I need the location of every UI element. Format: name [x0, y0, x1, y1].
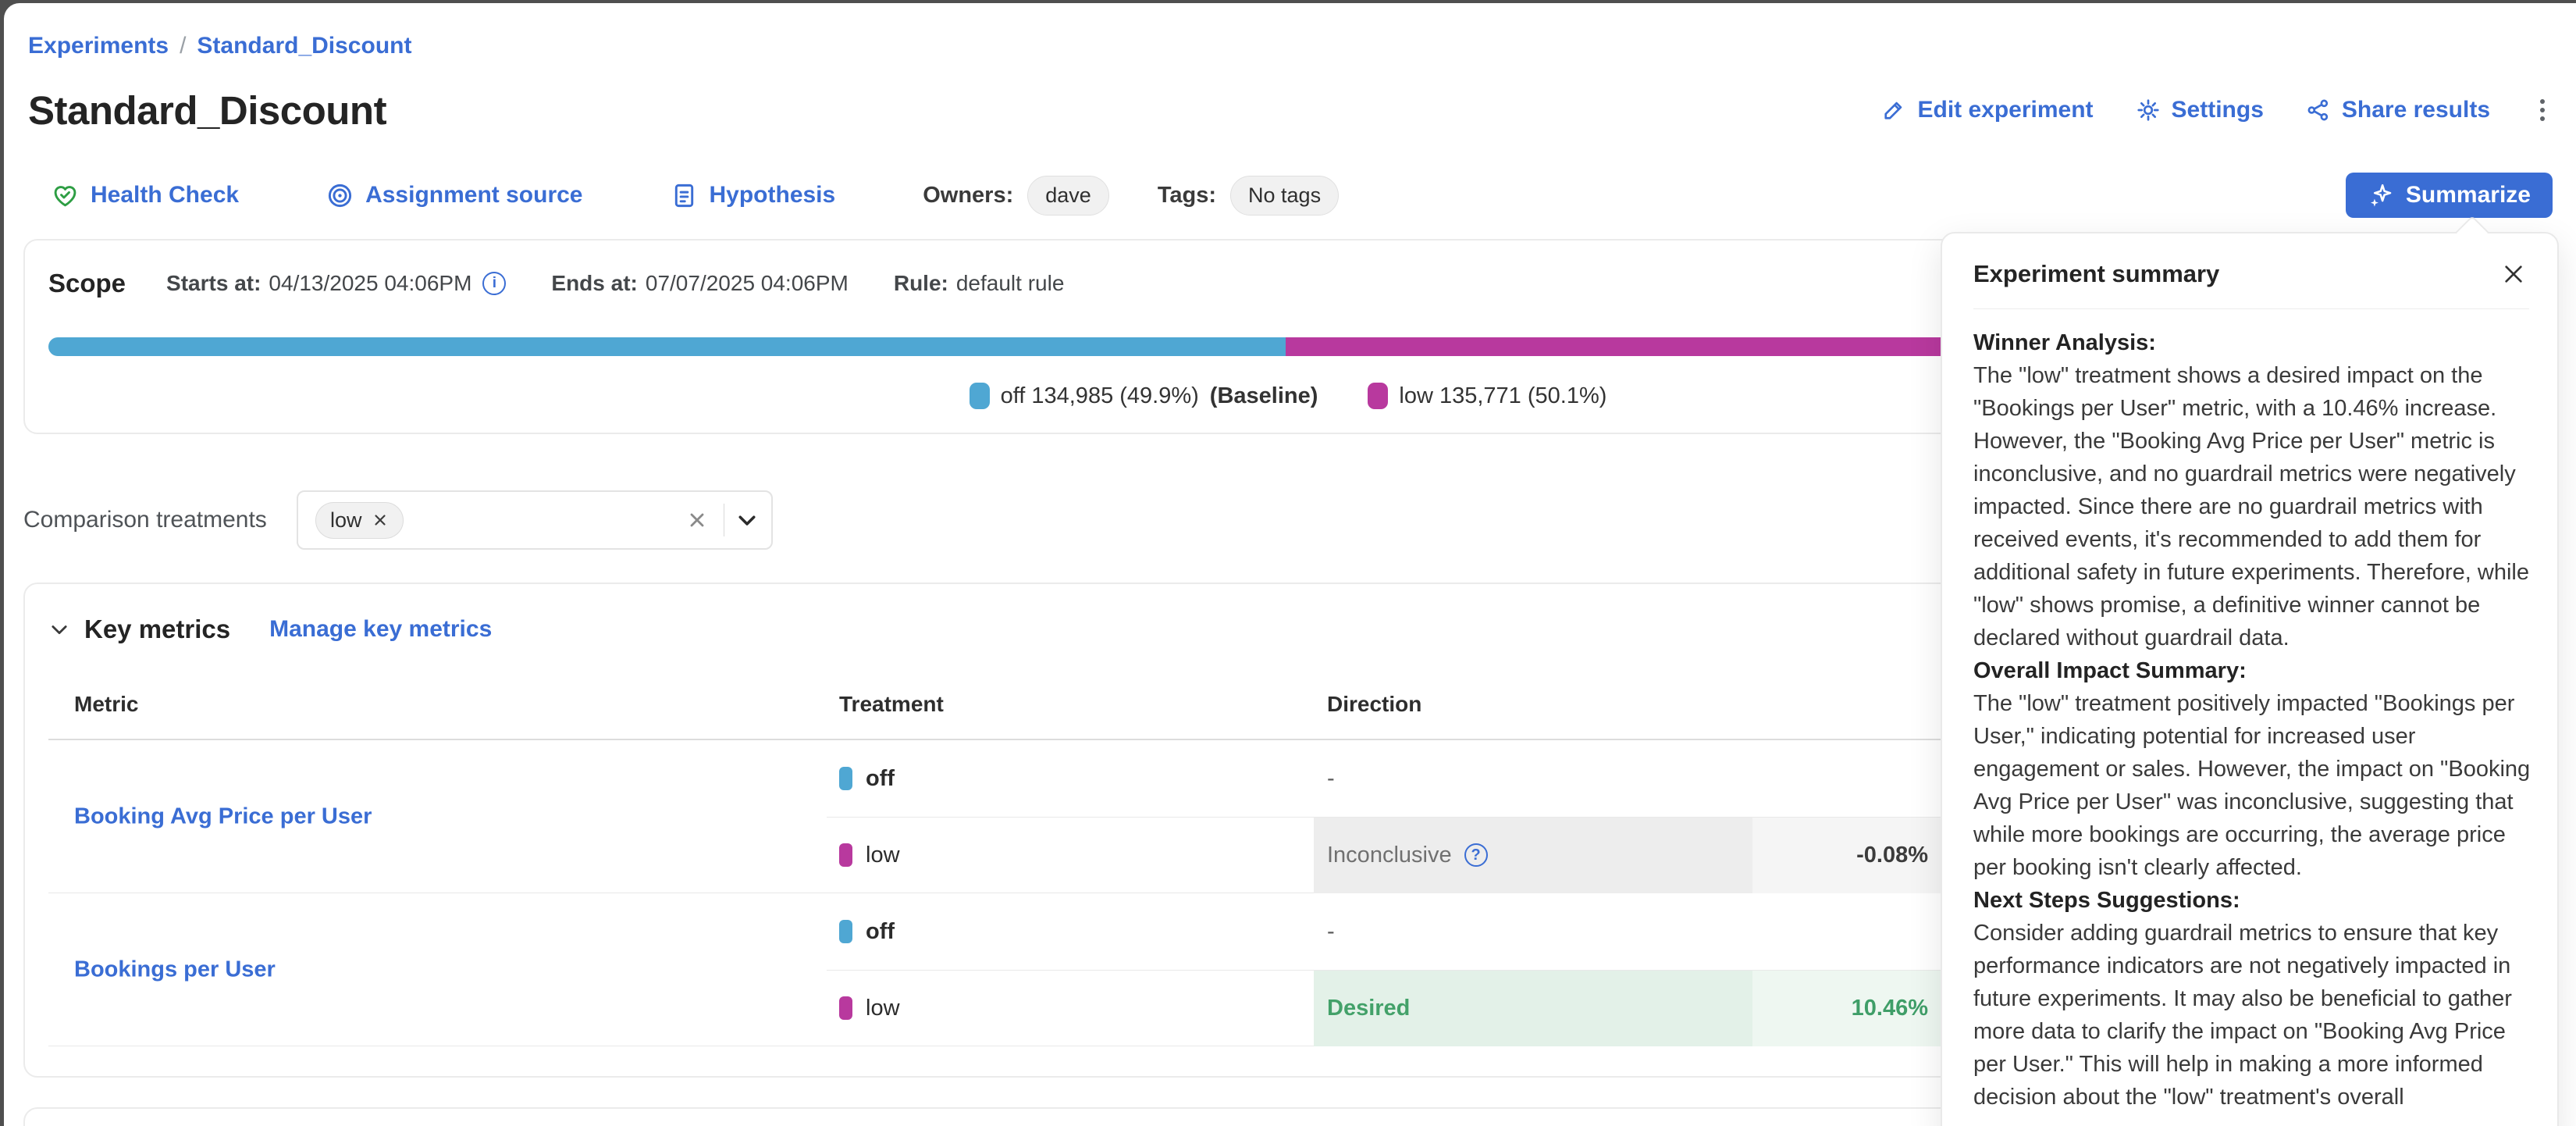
- off-swatch: [970, 383, 990, 409]
- question-icon[interactable]: ?: [1464, 843, 1488, 867]
- column-header-treatment: Treatment: [839, 692, 1314, 717]
- select-chevron-down-icon[interactable]: [735, 508, 759, 532]
- breadcrumb-separator: /: [180, 33, 186, 59]
- tab-health-check[interactable]: Health Check: [52, 182, 239, 209]
- share-results-button[interactable]: Share results: [2306, 97, 2490, 123]
- rule-label: Rule:: [894, 271, 948, 296]
- tab-assignment-source-label: Assignment source: [365, 182, 582, 208]
- scope-ends-at: Ends at: 07/07/2025 04:06PM: [551, 271, 848, 296]
- chip-remove-icon[interactable]: [372, 511, 389, 529]
- legend-baseline-text: (Baseline): [1210, 383, 1318, 409]
- select-clear-icon[interactable]: [681, 504, 713, 536]
- treatment-name: low: [866, 843, 900, 868]
- summary-section-body: The "low" treatment positively impacted …: [1973, 687, 2531, 884]
- low-swatch: [1368, 383, 1388, 409]
- key-metrics-title: Key metrics: [84, 615, 230, 644]
- scope-rule: Rule: default rule: [894, 271, 1065, 296]
- gear-icon: [2136, 98, 2161, 123]
- legend-low-text: low 135,771 (50.1%): [1399, 383, 1606, 409]
- starts-at-value: 04/13/2025 04:06PM: [269, 271, 471, 296]
- header-actions: Edit experiment Settings Share results: [1881, 94, 2553, 126]
- summary-section-body: Consider adding guardrail metrics to ens…: [1973, 917, 2531, 1114]
- tab-hypothesis-label: Hypothesis: [710, 182, 836, 208]
- summary-section-heading: Next Steps Suggestions:: [1973, 884, 2531, 917]
- summarize-button[interactable]: Summarize: [2346, 173, 2553, 218]
- page-title: Standard_Discount: [28, 87, 386, 134]
- close-icon[interactable]: [2498, 258, 2529, 290]
- more-options-icon[interactable]: [2532, 94, 2553, 126]
- treatment-name: low: [866, 996, 900, 1021]
- low-swatch: [839, 843, 852, 867]
- column-header-metric: Metric: [48, 692, 839, 717]
- ends-at-label: Ends at:: [551, 271, 637, 296]
- off-swatch: [839, 920, 852, 943]
- direction-status: Inconclusive: [1327, 843, 1452, 868]
- off-swatch: [839, 767, 852, 790]
- summary-section-heading: Winner Analysis:: [1973, 326, 2531, 359]
- experiment-page: Experiments / Standard_Discount Standard…: [4, 3, 2576, 1126]
- summary-panel-body: Winner Analysis: The "low" treatment sho…: [1942, 309, 2557, 1114]
- ends-at-value: 07/07/2025 04:06PM: [646, 271, 849, 296]
- collapse-chevron-down-icon[interactable]: [48, 618, 70, 640]
- tab-hypothesis[interactable]: Hypothesis: [671, 182, 836, 209]
- comparison-treatments-label: Comparison treatments: [23, 507, 297, 533]
- toolbar: Health Check Assignment source Hypothesi…: [23, 172, 2553, 219]
- legend-item-low: low 135,771 (50.1%): [1368, 383, 1606, 409]
- direction-status: Desired: [1327, 996, 1410, 1021]
- share-icon: [2306, 98, 2331, 123]
- settings-button[interactable]: Settings: [2136, 97, 2264, 123]
- allocation-segment-off: [48, 337, 1286, 356]
- owners-label: Owners:: [923, 183, 1013, 208]
- target-icon: [326, 182, 354, 209]
- sparkles-icon: [2368, 182, 2394, 208]
- summary-panel-title: Experiment summary: [1973, 260, 2498, 288]
- info-icon[interactable]: i: [482, 272, 506, 295]
- comparison-treatments-select[interactable]: low: [297, 490, 773, 550]
- direction-dash: -: [1327, 766, 1335, 792]
- treatment-name: off: [866, 766, 895, 792]
- tab-assignment-source[interactable]: Assignment source: [326, 182, 582, 209]
- summarize-label: Summarize: [2406, 182, 2531, 208]
- edit-experiment-button[interactable]: Edit experiment: [1881, 97, 2093, 123]
- legend-item-off: off 134,985 (49.9%) (Baseline): [970, 383, 1318, 409]
- pencil-icon: [1881, 98, 1906, 123]
- starts-at-label: Starts at:: [166, 271, 261, 296]
- summary-section-heading: Overall Impact Summary:: [1973, 654, 2531, 687]
- tab-health-check-label: Health Check: [91, 182, 239, 208]
- scope-starts-at: Starts at: 04/13/2025 04:06PM i: [166, 271, 506, 296]
- edit-experiment-label: Edit experiment: [1917, 97, 2093, 123]
- page-header: Standard_Discount Edit experiment Settin…: [23, 80, 2553, 141]
- treatment-chip-low[interactable]: low: [315, 502, 404, 539]
- low-swatch: [839, 996, 852, 1020]
- owner-chip[interactable]: dave: [1027, 176, 1109, 216]
- metric-link[interactable]: Bookings per User: [74, 957, 276, 982]
- legend-off-text: off 134,985 (49.9%): [1001, 383, 1199, 409]
- direction-dash: -: [1327, 919, 1335, 945]
- column-header-direction: Direction: [1314, 692, 1752, 717]
- scope-title: Scope: [48, 269, 126, 298]
- delta-value: -0.08%: [1752, 817, 1944, 893]
- share-results-label: Share results: [2342, 97, 2490, 123]
- experiment-summary-panel: Experiment summary Winner Analysis: The …: [1941, 232, 2559, 1126]
- treatment-name: off: [866, 919, 895, 945]
- heart-check-icon: [52, 182, 79, 209]
- breadcrumb-experiments-link[interactable]: Experiments: [28, 33, 169, 59]
- settings-label: Settings: [2172, 97, 2264, 123]
- owners-group: Owners: dave: [923, 176, 1109, 216]
- summary-section-body: The "low" treatment shows a desired impa…: [1973, 359, 2531, 654]
- breadcrumb-current-link[interactable]: Standard_Discount: [197, 33, 411, 59]
- manage-key-metrics-link[interactable]: Manage key metrics: [269, 616, 492, 643]
- tags-group: Tags: No tags: [1158, 176, 1339, 216]
- rule-value: default rule: [956, 271, 1065, 296]
- treatment-chip-label: low: [330, 508, 362, 533]
- tags-chip[interactable]: No tags: [1230, 176, 1339, 216]
- tags-label: Tags:: [1158, 183, 1216, 208]
- breadcrumb: Experiments / Standard_Discount: [23, 3, 2553, 59]
- delta-value: 10.46%: [1752, 970, 1944, 1046]
- metric-link[interactable]: Booking Avg Price per User: [74, 804, 372, 829]
- document-icon: [671, 182, 698, 209]
